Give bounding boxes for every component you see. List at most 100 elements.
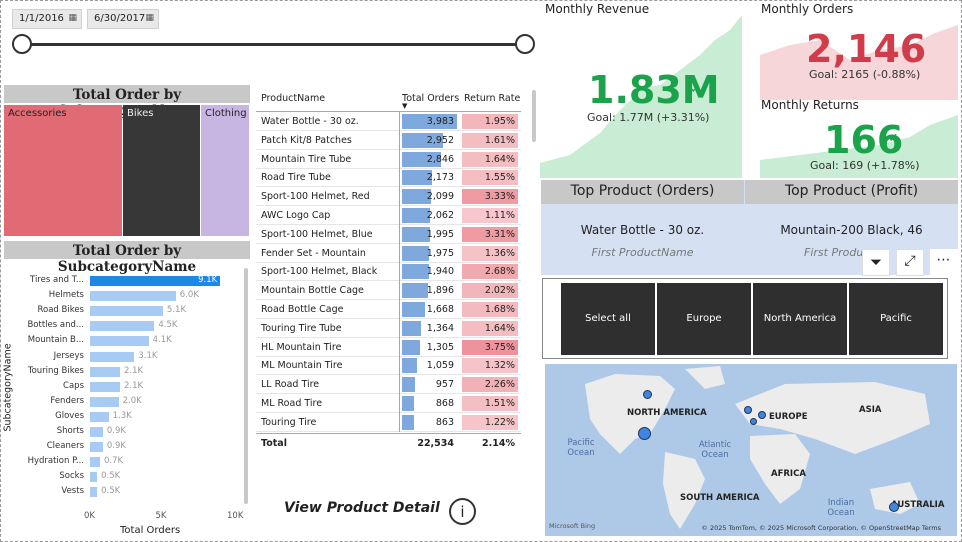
bar-scrollbar[interactable] xyxy=(244,268,248,504)
check-icon: ✓ xyxy=(888,131,899,146)
bar[interactable] xyxy=(90,442,103,453)
bar-value-label: 0.9K xyxy=(106,441,126,452)
bar[interactable] xyxy=(90,336,149,347)
bar[interactable] xyxy=(90,487,98,498)
orders-cell: 1,305 xyxy=(402,339,457,355)
table-row[interactable]: Patch Kit/8 Patches 2,952 1.61% xyxy=(256,131,521,150)
map-bubble[interactable] xyxy=(889,502,899,512)
col-header-product[interactable]: ProductName xyxy=(261,93,325,104)
region-europe[interactable]: Europe xyxy=(657,283,751,355)
bar[interactable] xyxy=(90,321,155,332)
map-bubble[interactable] xyxy=(744,406,752,414)
col-header-return[interactable]: Return Rate xyxy=(464,93,520,104)
bar[interactable] xyxy=(90,306,163,317)
bar-value-label: 2.0K xyxy=(122,395,142,406)
table-row[interactable]: Sport-100 Helmet, Blue 1,995 3.31% xyxy=(256,225,521,244)
map-bubble[interactable] xyxy=(643,390,652,399)
bar[interactable] xyxy=(90,427,103,437)
region-pacific[interactable]: Pacific xyxy=(849,283,943,355)
bar[interactable] xyxy=(90,457,100,468)
table-row[interactable]: Touring Tire Tube 1,364 1.64% xyxy=(256,319,521,338)
region-select-all[interactable]: Select all xyxy=(561,283,655,355)
return-rate-cell: 1.95% xyxy=(462,114,518,129)
orders-value: 1,975 xyxy=(426,247,454,259)
return-rate-value: 1.51% xyxy=(484,398,515,409)
map-label-south-america: SOUTH AMERICA xyxy=(680,493,760,503)
map-bubble[interactable] xyxy=(638,427,651,440)
table-row[interactable]: Sport-100 Helmet, Red 2,099 3.33% xyxy=(256,187,521,207)
map-label-europe: EUROPE xyxy=(769,412,808,422)
more-options-icon[interactable]: ⋯ xyxy=(930,249,958,276)
bar-category-label: Vests xyxy=(61,486,84,497)
view-product-detail-button[interactable]: View Product Detail xyxy=(284,500,440,516)
bar[interactable] xyxy=(90,411,109,422)
returns-goal: Goal: 169 (+1.78%) xyxy=(810,159,920,172)
bar-value-label: 2.1K xyxy=(124,365,144,376)
bar[interactable] xyxy=(90,366,121,377)
orders-cell: 1,975 xyxy=(402,245,457,261)
table-scrollbar[interactable] xyxy=(532,90,536,142)
orders-databar xyxy=(402,396,414,411)
return-rate-cell: 2.26% xyxy=(462,377,518,393)
table-row[interactable]: LL Road Tire 957 2.26% xyxy=(256,375,521,395)
return-rate-value: 1.55% xyxy=(484,172,515,184)
table-row[interactable]: Road Bottle Cage 1,668 1.68% xyxy=(256,300,521,319)
map-attribution: © 2025 TomTom, © 2025 Microsoft Corporat… xyxy=(701,524,941,532)
filter-icon[interactable]: ⏷ xyxy=(862,249,890,276)
table-row[interactable]: ML Road Tire 868 1.51% xyxy=(256,394,521,413)
bar[interactable] xyxy=(90,291,176,302)
map-label-africa: AFRICA xyxy=(771,469,806,479)
sales-map[interactable]: NORTH AMERICA EUROPE ASIA AFRICA SOUTH A… xyxy=(545,364,957,536)
bar[interactable] xyxy=(90,396,119,407)
returns-title: Monthly Returns xyxy=(761,98,859,112)
start-date-input[interactable]: 1/1/2016 ▦ xyxy=(12,9,82,29)
treemap-tile-accessories[interactable]: Accessories xyxy=(4,105,122,236)
map-bubble[interactable] xyxy=(750,418,757,425)
bar[interactable] xyxy=(90,351,135,362)
orders-value: 863 xyxy=(435,416,454,428)
col-header-orders[interactable]: Total Orders xyxy=(402,93,459,104)
table-row[interactable]: ML Mountain Tire 1,059 1.32% xyxy=(256,356,521,376)
bar-value-label: 0.7K xyxy=(104,456,124,467)
table-row[interactable]: Water Bottle - 30 oz. 3,983 1.95% xyxy=(256,112,521,131)
orders-databar xyxy=(402,320,421,336)
table-row[interactable]: HL Mountain Tire 1,305 3.75% xyxy=(256,338,521,357)
orders-databar xyxy=(402,358,417,374)
focus-mode-icon[interactable]: ⤢ xyxy=(896,249,924,276)
orders-databar xyxy=(402,377,416,393)
return-rate-value: 1.36% xyxy=(484,247,515,259)
map-bubble[interactable] xyxy=(758,411,766,419)
product-name-cell: ML Road Tire xyxy=(261,398,323,409)
bar-chart: SubcategoryName Total Orders Tires and T… xyxy=(0,262,256,542)
bar[interactable] xyxy=(90,472,98,483)
product-name-cell: Fender Set - Mountain xyxy=(261,247,366,259)
table-row[interactable]: Sport-100 Helmet, Black 1,940 2.68% xyxy=(256,262,521,282)
return-rate-cell: 3.33% xyxy=(462,189,518,205)
treemap-tile-bikes[interactable]: Bikes xyxy=(123,105,200,236)
orders-value: 1,896 xyxy=(426,285,454,297)
return-rate-cell: 1.51% xyxy=(462,396,518,411)
bar-category-label: Hydration P... xyxy=(27,456,84,467)
orders-cell: 868 xyxy=(402,396,457,411)
end-date-input[interactable]: 6/30/2017 ▦ xyxy=(87,9,159,29)
date-range-slider[interactable] xyxy=(22,43,525,46)
info-icon[interactable]: i xyxy=(449,498,476,525)
orders-goal: Goal: 2165 (-0.88%) xyxy=(809,68,921,81)
return-rate-value: 3.75% xyxy=(484,341,515,353)
table-row[interactable]: Mountain Tire Tube 2,846 1.64% xyxy=(256,150,521,169)
region-north-america[interactable]: North America xyxy=(753,283,847,355)
table-row[interactable]: Mountain Bottle Cage 1,896 2.02% xyxy=(256,281,521,301)
return-rate-cell: 1.36% xyxy=(462,245,518,261)
calendar-icon[interactable]: ▦ xyxy=(145,13,154,23)
table-row[interactable]: Touring Tire 863 1.22% xyxy=(256,413,521,432)
product-name-cell: Sport-100 Helmet, Black xyxy=(261,266,378,278)
slider-start-handle[interactable] xyxy=(12,34,32,54)
treemap-tile-clothing[interactable]: Clothing xyxy=(201,105,249,236)
table-row[interactable]: AWC Logo Cap 2,062 1.11% xyxy=(256,206,521,225)
bar[interactable] xyxy=(90,381,121,392)
table-row[interactable]: Fender Set - Mountain 1,975 1.36% xyxy=(256,244,521,263)
table-row[interactable]: Road Tire Tube 2,173 1.55% xyxy=(256,168,521,188)
return-rate-cell: 2.02% xyxy=(462,283,518,299)
calendar-icon[interactable]: ▦ xyxy=(68,13,77,23)
slider-end-handle[interactable] xyxy=(515,34,535,54)
